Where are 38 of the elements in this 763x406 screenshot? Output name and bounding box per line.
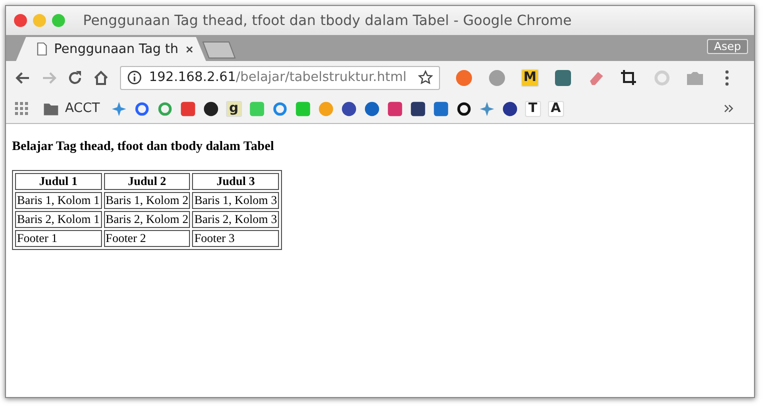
bookmark-folder[interactable]: ACCT	[43, 100, 100, 116]
address-field[interactable]: 192.168.2.61/belajar/tabelstruktur.html	[120, 66, 440, 90]
extension-icon[interactable]: M	[521, 68, 539, 86]
table-header-cell: Judul 3	[192, 173, 280, 190]
close-icon[interactable]	[185, 44, 194, 54]
info-icon[interactable]	[127, 70, 142, 85]
bookmark-icon[interactable]: A	[548, 100, 564, 116]
bookmark-icon[interactable]	[340, 100, 357, 116]
folder-icon	[43, 100, 59, 116]
bookmark-icon[interactable]	[502, 100, 518, 116]
bookmark-icon[interactable]	[456, 100, 472, 116]
apps-icon[interactable]	[14, 100, 30, 116]
table-cell: Baris 2, Kolom 1	[15, 211, 102, 228]
table-cell: Baris 1, Kolom 3	[192, 192, 280, 209]
table-footer-cell: Footer 1	[15, 230, 102, 247]
table-cell: Baris 2, Kolom 3	[192, 211, 280, 228]
table-cell: Baris 1, Kolom 2	[104, 192, 190, 209]
table-cell: Baris 2, Kolom 2	[104, 211, 190, 228]
bookmark-icon[interactable]: g	[226, 100, 242, 116]
home-icon[interactable]	[92, 68, 110, 86]
extension-icon[interactable]	[620, 68, 638, 86]
table-header-cell: Judul 1	[15, 173, 102, 190]
bookmark-star-icon[interactable]	[418, 70, 433, 85]
table-cell: Baris 1, Kolom 1	[15, 192, 102, 209]
bookmark-icon[interactable]	[410, 100, 426, 116]
browser-tab[interactable]: Penggunaan Tag th	[16, 37, 206, 61]
page-icon	[36, 42, 48, 56]
reload-icon[interactable]	[66, 68, 84, 86]
table-footer-cell: Footer 3	[192, 230, 280, 247]
table-header-cell: Judul 2	[104, 173, 190, 190]
menu-icon[interactable]	[724, 68, 730, 86]
window-title: Penggunaan Tag thead, tfoot dan tbody dalam Tabel - Google Chrome	[83, 12, 572, 28]
page-heading: Belajar Tag thead, tfoot dan tbody dalam Tabel	[12, 138, 275, 154]
bookmark-icon[interactable]	[202, 100, 219, 116]
chevron-icon[interactable]	[724, 104, 734, 113]
table-footer-cell: Footer 2	[104, 230, 190, 247]
bookmark-icon[interactable]: T	[524, 100, 541, 116]
new-tab-button[interactable]	[202, 41, 236, 59]
